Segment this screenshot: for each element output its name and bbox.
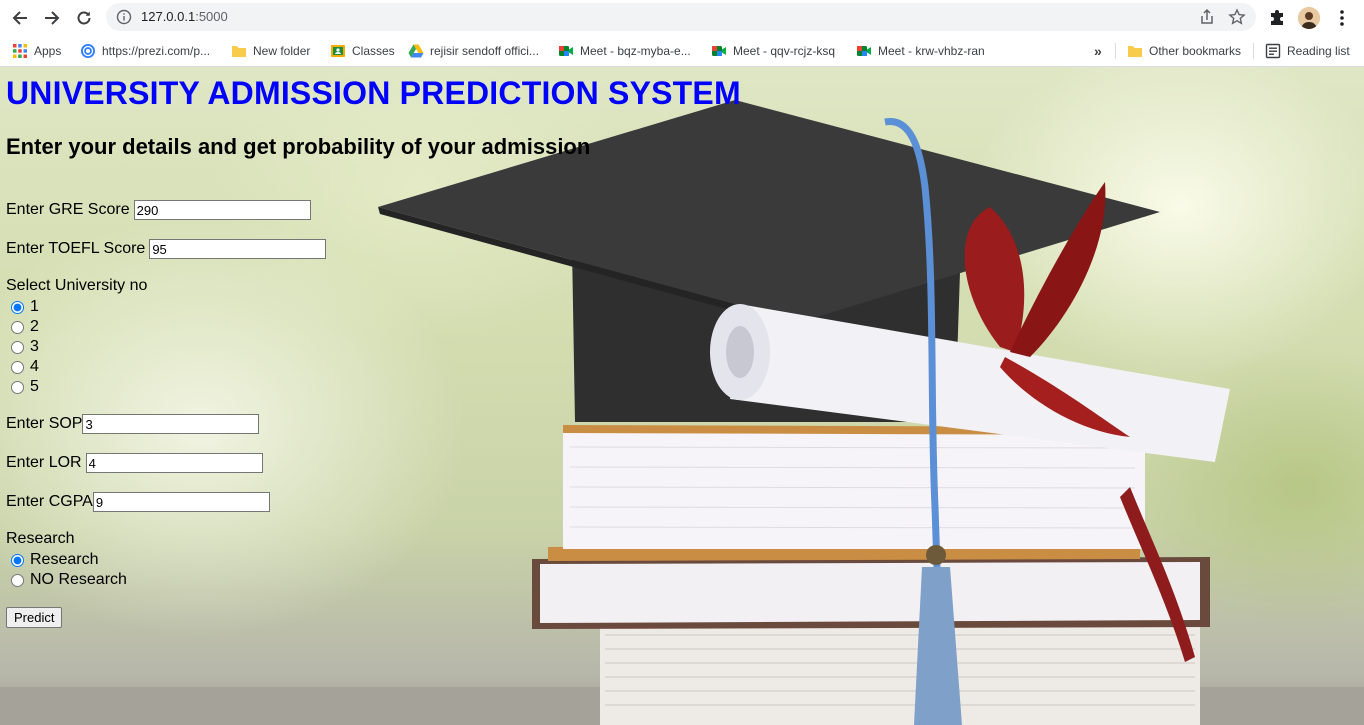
url-port: :5000 (195, 9, 228, 24)
folder-icon (232, 46, 246, 57)
gre-row: Enter GRE Score (6, 200, 311, 220)
bookmark-other-bookmarks[interactable]: Other bookmarks (1127, 41, 1241, 61)
cgpa-input[interactable] (92, 492, 270, 512)
drive-icon (408, 44, 424, 58)
bookmark-meet-2[interactable]: Meet - qqv-rcjz-ksq (711, 41, 835, 61)
university-radio-4[interactable] (11, 360, 24, 374)
lor-row: Enter LOR (6, 453, 263, 473)
apps-grid-icon (13, 44, 27, 58)
page-viewport: UNIVERSITY ADMISSION PREDICTION SYSTEM E… (0, 67, 1364, 725)
gre-score-input[interactable] (133, 200, 311, 220)
classroom-icon (331, 45, 345, 57)
meet-icon (857, 46, 871, 56)
university-option-label: 3 (30, 338, 39, 355)
research-option-label: Research (30, 551, 99, 568)
site-info-icon[interactable] (116, 9, 132, 25)
url-text: 127.0.0.1:5000 (141, 9, 228, 24)
folder-icon (1128, 46, 1142, 57)
meet-icon (559, 46, 573, 56)
bookmark-drive[interactable]: rejisir sendoff offici... (408, 41, 539, 61)
bookmark-label: Meet - krw-vhbz-ran (878, 44, 985, 58)
research-label: Research (6, 530, 75, 547)
university-radio-3[interactable] (11, 340, 24, 354)
bookmarks-divider (1115, 43, 1116, 59)
bookmark-label: Meet - qqv-rcjz-ksq (733, 44, 836, 58)
avatar (1298, 7, 1320, 29)
bookmark-label: Apps (34, 44, 62, 58)
bookmark-meet-3[interactable]: Meet - krw-vhbz-ran (856, 41, 985, 61)
sop-row: Enter SOP (6, 414, 260, 434)
sop-input[interactable] (82, 414, 260, 434)
university-label-row: Select University no (6, 277, 147, 295)
bookmarks-overflow-chevron-icon[interactable]: » (1094, 41, 1102, 61)
predict-button[interactable]: Predict (6, 607, 63, 628)
profile-avatar[interactable] (1297, 6, 1321, 30)
university-option-1[interactable]: 1 (9, 298, 39, 316)
gre-label: Enter GRE Score (6, 201, 130, 218)
university-option-4[interactable]: 4 (9, 358, 39, 376)
bookmark-meet-1[interactable]: Meet - bqz-myba-e... (558, 41, 691, 61)
bookmark-label: Classes (352, 44, 395, 58)
research-option-yes[interactable]: Research (9, 551, 98, 569)
prezi-icon (81, 44, 95, 58)
university-radio-2[interactable] (11, 320, 24, 334)
bookmark-label: rejisir sendoff offici... (430, 44, 539, 58)
university-option-label: 5 (30, 378, 39, 395)
bookmark-classes[interactable]: Classes (330, 41, 395, 61)
lor-label: Enter LOR (6, 454, 82, 471)
research-option-no[interactable]: NO Research (9, 571, 127, 589)
other-bookmarks-label: Other bookmarks (1149, 44, 1242, 58)
url-host: 127.0.0.1 (141, 9, 196, 24)
bookmark-prezi[interactable]: https://prezi.com/p... (80, 41, 210, 61)
bookmark-star-icon[interactable] (1228, 8, 1246, 26)
graduation-background-image (0, 100, 1364, 725)
page-title: UNIVERSITY ADMISSION PREDICTION SYSTEM (6, 75, 741, 111)
sop-label: Enter SOP (6, 415, 83, 432)
reading-list-label: Reading list (1287, 44, 1350, 58)
research-label-row: Research (6, 530, 74, 548)
back-arrow-icon[interactable] (8, 6, 32, 30)
bookmark-label: https://prezi.com/p... (102, 44, 211, 58)
toefl-score-input[interactable] (149, 239, 327, 259)
bookmarks-divider (1253, 43, 1254, 59)
book-bottom (600, 622, 1200, 725)
cgpa-label: Enter CGPA (6, 493, 93, 510)
bookmark-label: New folder (253, 44, 311, 58)
page-subtitle: Enter your details and get probability o… (6, 134, 591, 159)
reload-icon[interactable] (72, 6, 96, 30)
bookmark-label: Meet - bqz-myba-e... (580, 44, 691, 58)
reading-list-icon (1265, 43, 1281, 59)
toefl-row: Enter TOEFL Score (6, 239, 327, 259)
meet-icon (712, 46, 726, 56)
research-radio-yes[interactable] (11, 553, 24, 567)
extensions-puzzle-icon[interactable] (1265, 6, 1289, 30)
forward-arrow-icon[interactable] (40, 6, 64, 30)
university-option-label: 2 (30, 318, 39, 335)
university-radio-5[interactable] (11, 380, 24, 394)
browser-toolbar: 127.0.0.1:5000 (0, 0, 1364, 36)
lor-input[interactable] (85, 453, 263, 473)
toefl-label: Enter TOEFL Score (6, 240, 146, 257)
share-icon[interactable] (1198, 8, 1216, 26)
university-radio-1[interactable] (11, 300, 24, 314)
research-radio-no[interactable] (11, 573, 24, 587)
bookmark-new-folder[interactable]: New folder (231, 41, 310, 61)
university-label: Select University no (6, 277, 148, 294)
reading-list-button[interactable]: Reading list (1265, 41, 1350, 61)
university-option-3[interactable]: 3 (9, 338, 39, 356)
overflow-label: » (1094, 43, 1102, 59)
university-option-label: 1 (30, 298, 39, 315)
bookmarks-bar: Apps https://prezi.com/p... New folder C… (0, 36, 1364, 67)
research-option-label: NO Research (30, 571, 127, 588)
university-option-2[interactable]: 2 (9, 318, 39, 336)
bookmark-apps[interactable]: Apps (12, 41, 61, 61)
university-option-5[interactable]: 5 (9, 378, 39, 396)
more-menu-icon[interactable] (1330, 6, 1354, 30)
address-bar[interactable]: 127.0.0.1:5000 (106, 3, 1256, 31)
university-option-label: 4 (30, 358, 39, 375)
cgpa-row: Enter CGPA (6, 492, 270, 512)
